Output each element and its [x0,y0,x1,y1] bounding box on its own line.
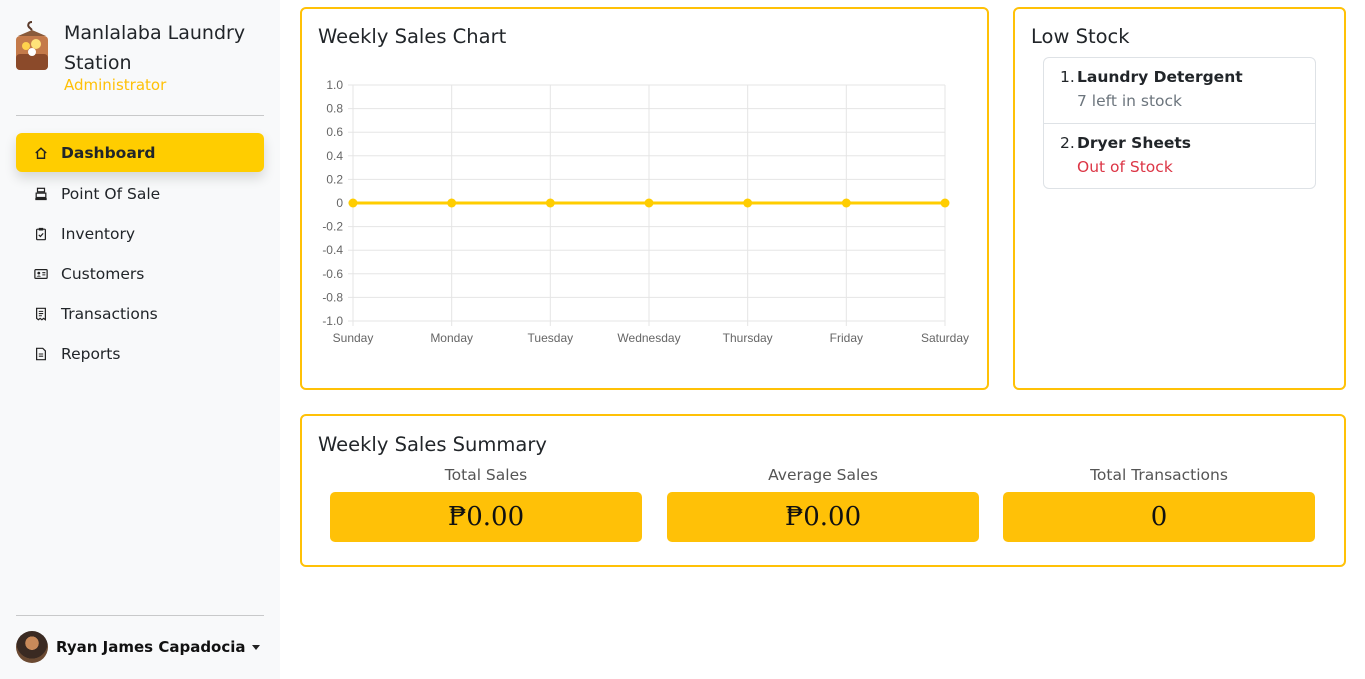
sidebar-item-dashboard[interactable]: Dashboard [16,133,264,172]
data-point [841,198,851,208]
sidebar-item-label: Point Of Sale [61,185,161,203]
low-stock-list: 1. Laundry Detergent 7 left in stock 2. … [1043,57,1316,189]
user-name: Ryan James Capadocia [56,638,246,656]
data-point [348,198,358,208]
y-tick-label: 0 [336,196,343,210]
chevron-down-icon [251,644,260,650]
y-tick-label: -0.4 [322,243,343,257]
list-item: 2. Dryer Sheets Out of Stock [1044,123,1315,188]
average-sales-stat: Average Sales ₱0.00 [667,464,979,542]
brand-name: Manlalaba Laundry Station [64,22,246,74]
stock-status: 7 left in stock [1077,92,1183,110]
y-tick-label: -0.8 [322,290,343,304]
stat-label: Total Transactions [1090,466,1228,484]
y-tick-label: -1.0 [322,314,343,328]
weekly-sales-line-chart: 1.0 0.8 0.6 0.4 0.2 0 -0.2 -0.4 -0.6 -0.8 -1.0 Sund… [322,78,969,345]
stat-label: Average Sales [768,466,878,484]
sidebar-item-inventory[interactable]: Inventory [16,214,264,254]
sidebar: Manlalaba Laundry Station Administrator … [0,0,280,679]
person-card-icon [34,267,48,281]
sidebar-item-transactions[interactable]: Transactions [16,294,264,334]
laundry-bag-logo-icon [16,21,48,70]
x-tick-label: Tuesday [528,331,574,345]
user-role: Administrator [64,76,167,94]
sidebar-item-label: Dashboard [61,143,156,162]
weekly-sales-summary-card: Weekly Sales Summary Total Sales ₱0.00 A… [300,414,1346,567]
avatar [16,631,48,663]
item-name: Dryer Sheets [1077,134,1192,152]
list-item-number: 1. [1060,68,1075,86]
data-point [447,198,457,208]
sidebar-item-label: Transactions [61,305,158,323]
low-stock-card: Low Stock 1. Laundry Detergent 7 left in… [1013,7,1346,390]
x-tick-label: Wednesday [617,331,680,345]
stock-status: Out of Stock [1077,158,1173,176]
receipt-icon [34,307,48,321]
sidebar-item-reports[interactable]: Reports [16,334,264,374]
y-tick-label: 1.0 [326,78,343,92]
total-sales-stat: Total Sales ₱0.00 [330,464,642,542]
card-title: Low Stock [1031,25,1130,48]
sidebar-item-point-of-sale[interactable]: Point Of Sale [16,174,264,214]
y-tick-label: 0.2 [326,172,343,186]
home-icon [34,146,48,160]
y-tick-label: -0.2 [322,220,343,234]
list-item-number: 2. [1060,134,1075,152]
y-tick-label: -0.6 [322,267,343,281]
x-tick-label: Sunday [333,331,374,345]
x-tick-label: Thursday [723,331,773,345]
x-tick-label: Monday [430,331,473,345]
stat-value: ₱0.00 [330,492,642,542]
cash-register-icon [34,187,48,201]
stat-value: ₱0.00 [667,492,979,542]
list-item: 1. Laundry Detergent 7 left in stock [1044,58,1315,123]
sidebar-item-label: Inventory [61,225,136,243]
sidebar-item-customers[interactable]: Customers [16,254,264,294]
y-tick-label: 0.8 [326,102,343,116]
stat-value: 0 [1003,492,1315,542]
sidebar-nav: Dashboard Point Of Sale Inventory Custom… [16,133,264,374]
sidebar-item-label: Customers [61,265,145,283]
data-point [940,198,950,208]
data-point [743,198,753,208]
x-tick-label: Saturday [921,331,969,345]
stat-label: Total Sales [444,466,528,484]
y-tick-label: 0.4 [326,149,343,163]
y-tick-label: 0.6 [326,125,343,139]
item-name: Laundry Detergent [1077,68,1243,86]
document-icon [34,347,48,361]
data-point [644,198,654,208]
weekly-sales-chart-card: Weekly Sales Chart 1.0 0.8 0.6 0.4 0.2 0 -0.2-… [300,7,989,390]
sidebar-item-label: Reports [61,345,121,363]
clipboard-check-icon [34,227,48,241]
user-menu-toggle[interactable]: Ryan James Capadocia [16,631,260,663]
x-tick-label: Friday [830,331,863,345]
divider [16,615,264,616]
divider [16,115,264,116]
data-point [545,198,555,208]
card-title: Weekly Sales Summary [318,433,547,456]
total-transactions-stat: Total Transactions 0 [1003,464,1315,542]
